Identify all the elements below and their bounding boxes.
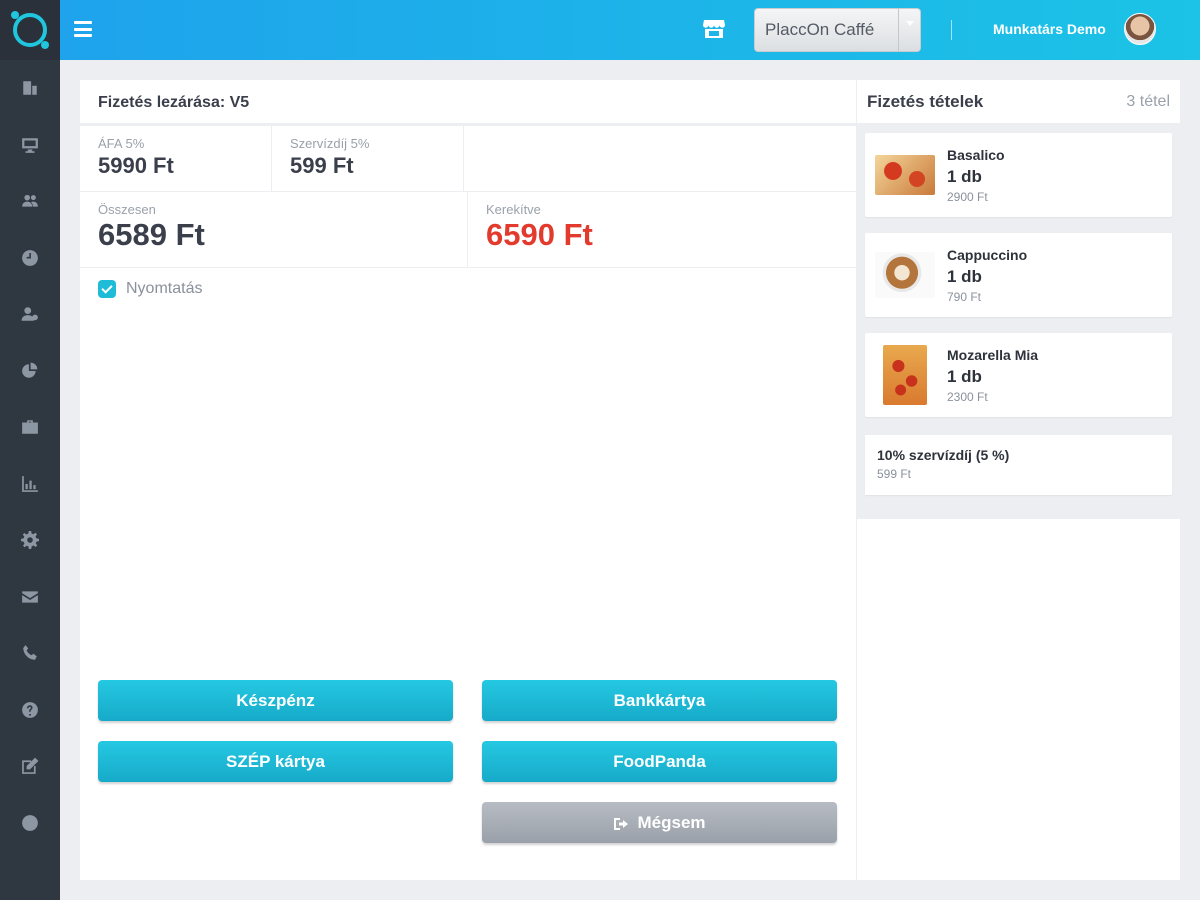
briefcase-icon bbox=[21, 418, 39, 436]
sidebar-item-users[interactable] bbox=[0, 173, 60, 230]
stats-row-1: ÁFA 5% 5990 Ft Szervízdíj 5% 599 Ft bbox=[80, 126, 856, 192]
item-name: Cappuccino bbox=[947, 246, 1028, 263]
item-qty: 1 db bbox=[947, 266, 982, 286]
item-name: Basalico bbox=[947, 146, 1005, 163]
globe-icon bbox=[21, 814, 39, 832]
edit-icon bbox=[21, 757, 39, 775]
payment-items-count: 3 tétel bbox=[1126, 92, 1170, 110]
user-group-icon bbox=[21, 305, 39, 323]
empty-stat bbox=[464, 126, 856, 192]
store-select-value: PlaccOn Caffé bbox=[765, 20, 875, 39]
vat-label: ÁFA 5% bbox=[98, 136, 145, 151]
clock-icon bbox=[21, 249, 39, 267]
store-icon[interactable] bbox=[702, 18, 726, 40]
sidebar-item-stats[interactable] bbox=[0, 343, 60, 400]
help-icon bbox=[21, 701, 39, 719]
sidebar-item-staff[interactable] bbox=[0, 286, 60, 343]
chevron-down-icon bbox=[898, 9, 920, 51]
payment-items-title: Fizetés tételek bbox=[867, 91, 984, 111]
payment-items-panel: Fizetés tételek 3 tétel Basalico 1 db 29… bbox=[857, 80, 1180, 880]
hamburger-icon[interactable] bbox=[72, 18, 94, 40]
item-price: 790 Ft bbox=[947, 289, 982, 304]
list-item[interactable]: Cappuccino 1 db 790 Ft bbox=[865, 233, 1172, 317]
stats-row-2: Összesen 6589 Ft Kerekítve 6590 Ft bbox=[80, 192, 856, 268]
rounded-value: 6590 Ft bbox=[486, 217, 593, 252]
list-item[interactable]: Mozarella Mia 1 db 2300 Ft bbox=[865, 333, 1172, 417]
pie-icon bbox=[21, 362, 39, 380]
service-fee-item[interactable]: 10% szervízdíj (5 %) 599 Ft bbox=[865, 435, 1172, 495]
sidebar-item-language[interactable] bbox=[0, 795, 60, 852]
page-title: Fizetés lezárása: V5 bbox=[80, 80, 856, 126]
sidebar-nav bbox=[0, 60, 60, 851]
vat-stat: ÁFA 5% 5990 Ft bbox=[80, 126, 272, 192]
sidebar-item-calls[interactable] bbox=[0, 625, 60, 682]
total-value: 6589 Ft bbox=[98, 217, 205, 252]
sidebar-item-jobs[interactable] bbox=[0, 399, 60, 456]
service-fee-price: 599 Ft bbox=[877, 467, 912, 481]
item-qty: 1 db bbox=[947, 366, 982, 386]
total-stat: Összesen 6589 Ft bbox=[80, 192, 468, 268]
service-fee-name: 10% szervízdíj (5 %) bbox=[877, 447, 1010, 463]
item-qty: 1 db bbox=[947, 166, 982, 186]
building-icon bbox=[21, 79, 39, 97]
users-icon bbox=[21, 192, 39, 210]
item-price: 2300 Ft bbox=[947, 389, 988, 404]
sidebar-item-reports[interactable] bbox=[0, 456, 60, 513]
sidebar-item-buildings[interactable] bbox=[0, 60, 60, 117]
user-name[interactable]: Munkatárs Demo bbox=[993, 21, 1106, 37]
phone-icon bbox=[21, 644, 39, 662]
sidebar-item-settings[interactable] bbox=[0, 512, 60, 569]
sidebar-item-help[interactable] bbox=[0, 682, 60, 739]
payment-items-list: Basalico 1 db 2900 Ft Cappuccino 1 db 79… bbox=[857, 126, 1180, 519]
service-label: Szervízdíj 5% bbox=[290, 136, 370, 151]
foodpanda-button[interactable]: FoodPanda bbox=[482, 741, 837, 782]
app-logo[interactable] bbox=[0, 0, 60, 60]
sidebar bbox=[0, 0, 60, 900]
print-checkbox[interactable] bbox=[98, 280, 116, 298]
szep-card-button[interactable]: SZÉP kártya bbox=[98, 741, 453, 782]
vat-value: 5990 Ft bbox=[98, 153, 174, 178]
sidebar-item-monitor[interactable] bbox=[0, 117, 60, 174]
sidebar-item-notes[interactable] bbox=[0, 738, 60, 795]
item-image bbox=[875, 155, 935, 195]
bankcard-button[interactable]: Bankkártya bbox=[482, 680, 837, 721]
payment-items-header: Fizetés tételek 3 tétel bbox=[857, 80, 1180, 126]
item-image bbox=[875, 252, 935, 298]
list-item[interactable]: Basalico 1 db 2900 Ft bbox=[865, 133, 1172, 217]
print-label: Nyomtatás bbox=[126, 280, 203, 297]
chart-icon bbox=[21, 475, 39, 493]
cancel-button[interactable]: Mégsem bbox=[482, 802, 837, 843]
total-label: Összesen bbox=[98, 202, 156, 217]
avatar[interactable] bbox=[1124, 13, 1156, 45]
rounded-label: Kerekítve bbox=[486, 202, 541, 217]
sidebar-item-history[interactable] bbox=[0, 230, 60, 287]
item-image bbox=[883, 345, 927, 405]
sign-out-icon bbox=[613, 816, 631, 830]
cancel-button-label: Mégsem bbox=[637, 812, 706, 832]
mail-icon bbox=[21, 588, 39, 606]
print-option[interactable]: Nyomtatás bbox=[80, 268, 856, 310]
service-stat: Szervízdíj 5% 599 Ft bbox=[272, 126, 464, 192]
store-select[interactable]: PlaccOn Caffé bbox=[754, 8, 921, 52]
monitor-icon bbox=[21, 136, 39, 154]
sidebar-item-messages[interactable] bbox=[0, 569, 60, 626]
topbar: PlaccOn Caffé Munkatárs Demo bbox=[60, 0, 1200, 60]
item-price: 2900 Ft bbox=[947, 189, 988, 204]
topbar-divider bbox=[951, 20, 952, 40]
item-name: Mozarella Mia bbox=[947, 346, 1039, 363]
service-value: 599 Ft bbox=[290, 153, 354, 178]
rounded-stat: Kerekítve 6590 Ft bbox=[468, 192, 856, 268]
gear-icon bbox=[21, 531, 39, 550]
cash-button[interactable]: Készpénz bbox=[98, 680, 453, 721]
